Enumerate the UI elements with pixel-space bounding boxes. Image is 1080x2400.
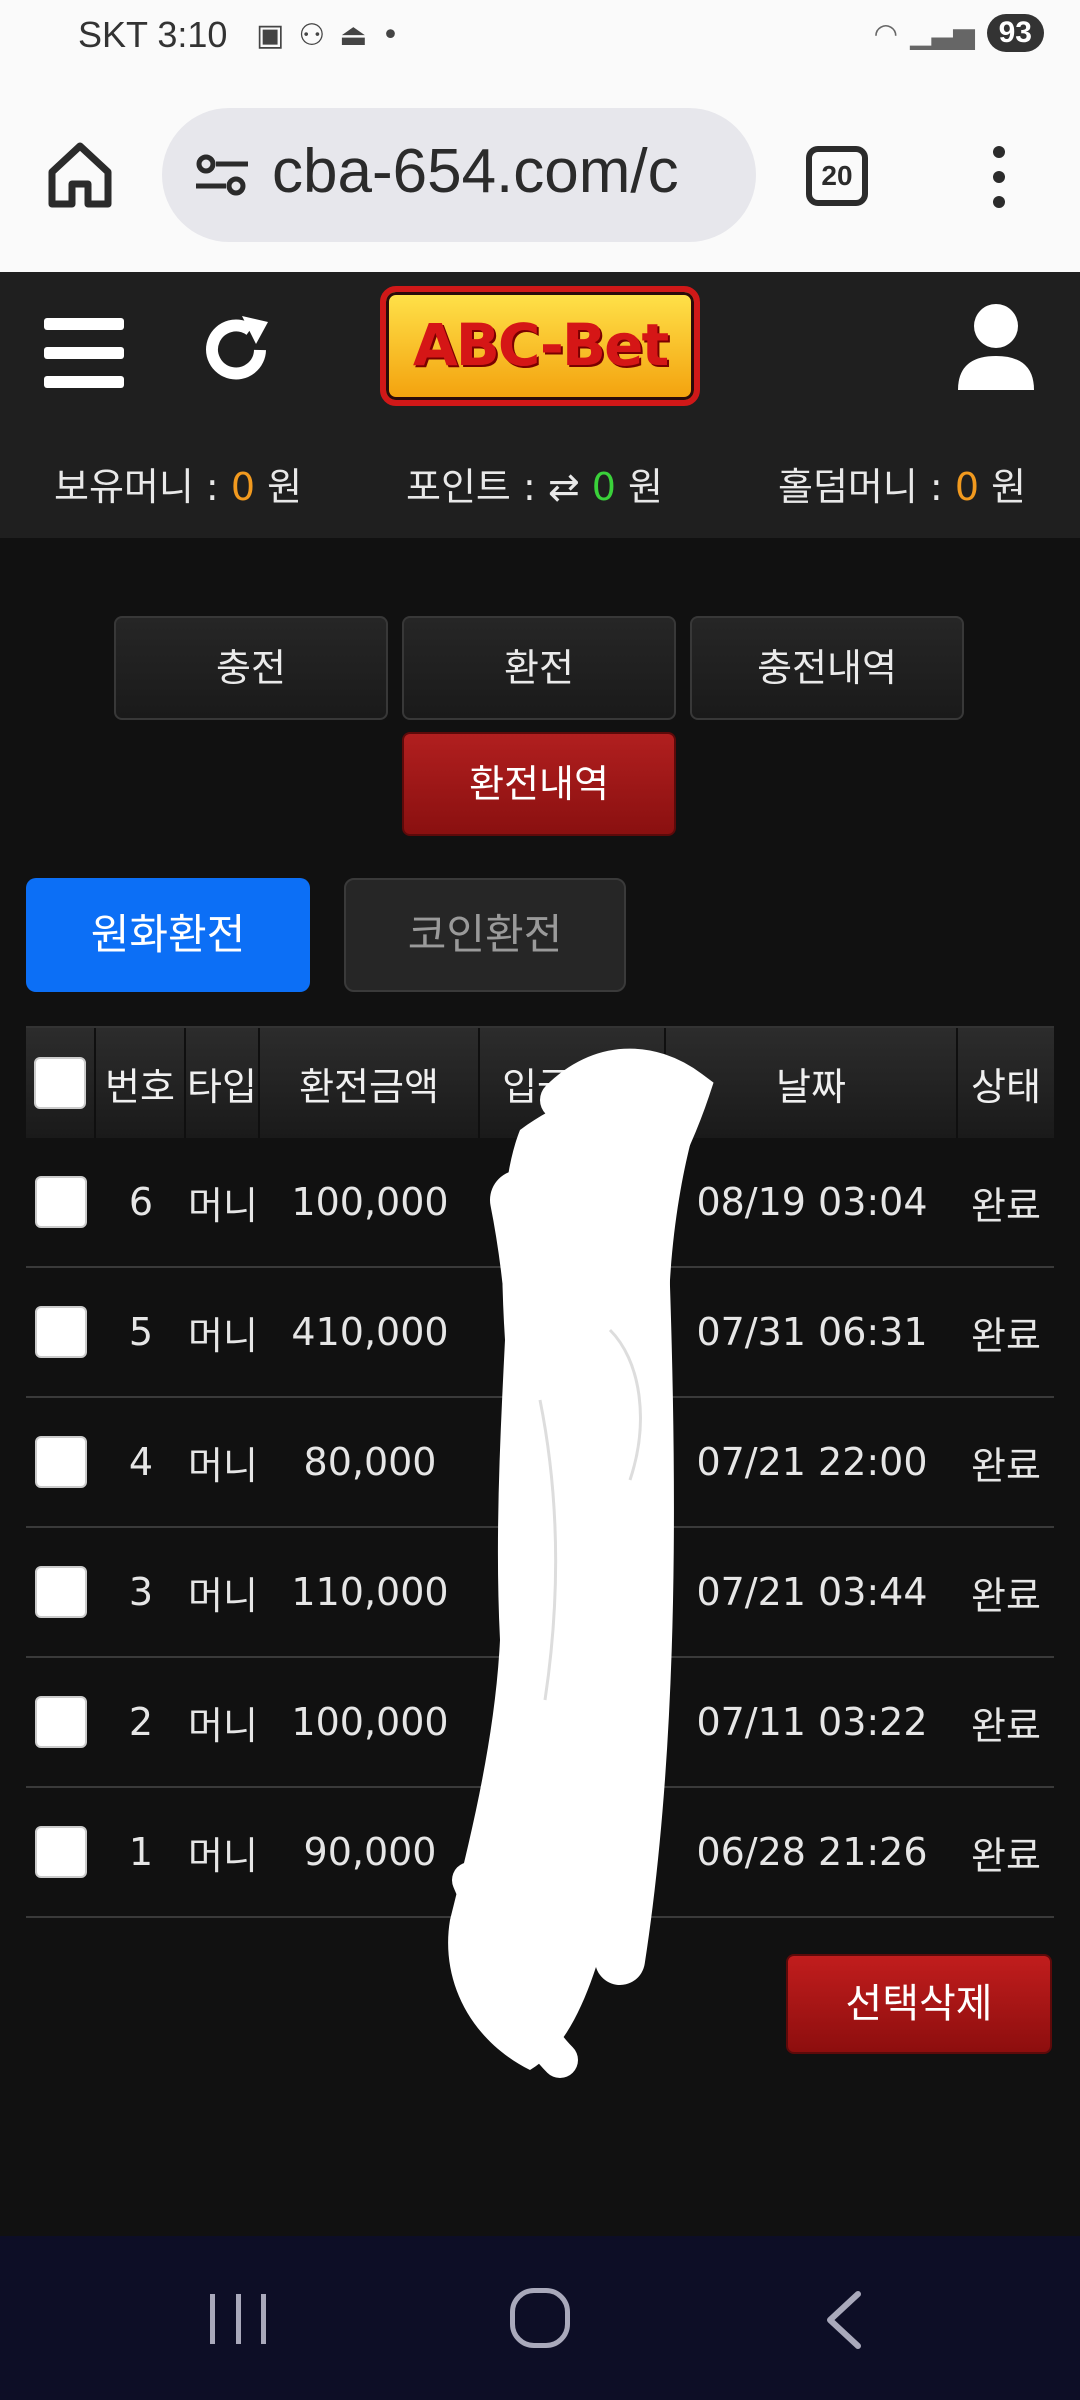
notification-icons: ▣ ⚇ ⏏ •: [256, 18, 399, 53]
row-depositor: [480, 1138, 666, 1266]
row-depositor: [480, 1658, 666, 1786]
row-status: 완료: [971, 1183, 1041, 1228]
select-all-checkbox[interactable]: [34, 1057, 86, 1109]
table-body: 6 머니 100,000 08/19 03:04 완료 5 머니 410,000…: [26, 1138, 1054, 1918]
row-date: 07/31 06:31: [696, 1310, 928, 1354]
row-amount: 100,000: [291, 1180, 449, 1224]
row-date: 07/21 22:00: [696, 1440, 928, 1484]
row-number: 3: [128, 1570, 154, 1614]
row-status: 완료: [971, 1833, 1041, 1878]
row-depositor: [480, 1398, 666, 1526]
row-depositor: [480, 1268, 666, 1396]
site-settings-icon[interactable]: [192, 150, 252, 200]
row-date: 07/11 03:22: [696, 1700, 928, 1744]
row-type: 머니: [188, 1573, 258, 1618]
signal-icon: ▁▃▅: [910, 16, 975, 50]
money-balance: 보유머니 : 0 원: [54, 465, 303, 509]
table-row: 6 머니 100,000 08/19 03:04 완료: [26, 1138, 1054, 1268]
row-date: 06/28 21:26: [696, 1830, 928, 1874]
row-checkbox[interactable]: [35, 1826, 87, 1878]
more-options-icon[interactable]: [984, 146, 1014, 216]
user-profile-icon[interactable]: [954, 300, 1038, 396]
table-row: 3 머니 110,000 07/21 03:44 완료: [26, 1528, 1054, 1658]
holdem-balance: 홀덤머니 : 0 원: [778, 465, 1027, 509]
system-nav-bar: [0, 2236, 1080, 2400]
row-type: 머니: [188, 1443, 258, 1488]
row-amount: 80,000: [303, 1440, 437, 1484]
site-header: ABC-Bet 보유머니 : 0 원 포인트 : ⇄ 0 원 홀덤머니 : 0 …: [0, 272, 1080, 538]
back-icon[interactable]: [820, 2290, 870, 2350]
header-type: 타입: [186, 1028, 260, 1138]
row-number: 4: [128, 1440, 154, 1484]
row-amount: 100,000: [291, 1700, 449, 1744]
row-type: 머니: [188, 1313, 258, 1358]
row-status: 완료: [971, 1443, 1041, 1488]
dot-icon: •: [381, 18, 400, 53]
table-header: 번호 타입 환전금액 입금자명 날짜 상태: [26, 1026, 1054, 1138]
status-bar: SKT 3:10 ▣ ⚇ ⏏ • ◠ ▁▃▅ 93: [0, 0, 1080, 76]
header-depositor: 입금자명: [480, 1028, 666, 1138]
row-checkbox[interactable]: [35, 1566, 87, 1618]
url-text: cba-654.com/c: [272, 137, 679, 206]
exchange-button[interactable]: 환전: [402, 616, 676, 720]
row-date: 08/19 03:04: [696, 1180, 928, 1224]
row-number: 6: [128, 1180, 154, 1224]
browser-toolbar: cba-654.com/c 20: [0, 76, 1080, 272]
hamburger-menu-icon[interactable]: [44, 318, 124, 388]
shoe-icon: ⏏: [339, 18, 368, 53]
tab-coin-exchange[interactable]: 코인환전: [344, 878, 626, 992]
row-status: 완료: [971, 1573, 1041, 1618]
home-nav-icon[interactable]: [510, 2288, 570, 2348]
table-row: 2 머니 100,000 07/11 03:22 완료: [26, 1658, 1054, 1788]
row-type: 머니: [188, 1833, 258, 1878]
row-checkbox[interactable]: [35, 1436, 87, 1488]
recent-apps-icon[interactable]: [210, 2294, 266, 2344]
carrier-time: SKT 3:10: [78, 14, 228, 55]
address-bar[interactable]: cba-654.com/c: [162, 108, 756, 242]
row-depositor: [480, 1528, 666, 1656]
wifi-icon: ◠: [873, 16, 899, 50]
tab-switcher-button[interactable]: 20: [806, 146, 868, 206]
table-row: 4 머니 80,000 07/21 22:00 완료: [26, 1398, 1054, 1528]
row-depositor: [480, 1788, 666, 1916]
header-status: 상태: [971, 1064, 1041, 1109]
tab-won-exchange[interactable]: 원화환전: [26, 878, 310, 992]
header-number: 번호: [96, 1028, 186, 1138]
balance-bar: 보유머니 : 0 원 포인트 : ⇄ 0 원 홀덤머니 : 0 원: [0, 456, 1080, 516]
row-status: 완료: [971, 1703, 1041, 1748]
charge-history-button[interactable]: 충전내역: [690, 616, 964, 720]
exchange-history-table: 번호 타입 환전금액 입금자명 날짜 상태 6 머니 100,000 08/19…: [26, 1026, 1054, 1918]
battery-indicator: 93: [986, 14, 1044, 52]
row-checkbox[interactable]: [35, 1176, 87, 1228]
row-number: 2: [128, 1700, 154, 1744]
gift-icon: ⚇: [298, 18, 326, 53]
row-date: 07/21 03:44: [696, 1570, 928, 1614]
row-status: 완료: [971, 1313, 1041, 1358]
site-logo[interactable]: ABC-Bet: [380, 286, 700, 406]
row-type: 머니: [188, 1703, 258, 1748]
table-row: 1 머니 90,000 06/28 21:26 완료: [26, 1788, 1054, 1918]
refresh-icon[interactable]: [198, 312, 274, 388]
home-icon[interactable]: [44, 138, 116, 210]
swap-arrows-icon[interactable]: ⇄: [548, 465, 592, 509]
row-checkbox[interactable]: [35, 1306, 87, 1358]
row-amount: 90,000: [303, 1830, 437, 1874]
header-amount: 환전금액: [260, 1028, 480, 1138]
exchange-history-button[interactable]: 환전내역: [402, 732, 676, 836]
row-checkbox[interactable]: [35, 1696, 87, 1748]
header-date: 날짜: [666, 1028, 958, 1138]
point-balance: 포인트 : ⇄ 0 원: [406, 465, 663, 509]
table-row: 5 머니 410,000 07/31 06:31 완료: [26, 1268, 1054, 1398]
row-amount: 110,000: [291, 1570, 449, 1614]
screenshot-icon: ▣: [256, 18, 285, 53]
row-type: 머니: [188, 1183, 258, 1228]
row-number: 5: [128, 1310, 154, 1354]
row-amount: 410,000: [291, 1310, 449, 1354]
charge-button[interactable]: 충전: [114, 616, 388, 720]
row-number: 1: [128, 1830, 154, 1874]
delete-selected-button[interactable]: 선택삭제: [786, 1954, 1052, 2054]
